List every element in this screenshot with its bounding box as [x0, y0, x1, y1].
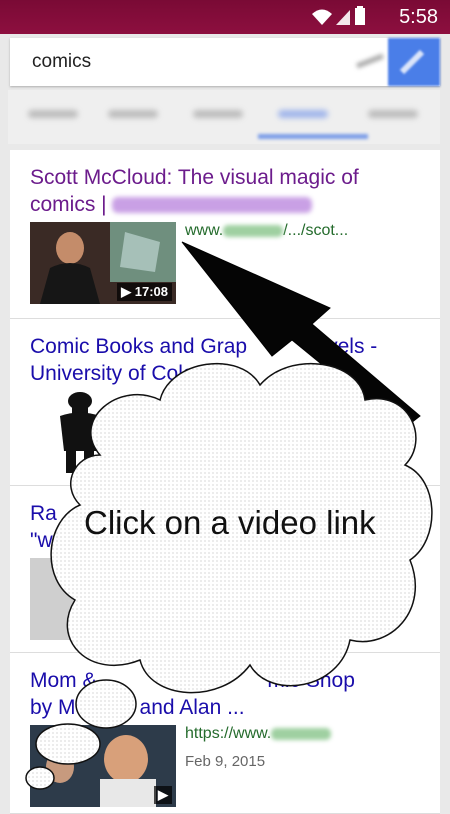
blurred-site-name [112, 197, 313, 214]
status-bar: 5:58 [0, 0, 450, 34]
result-thumbnail[interactable] [50, 391, 110, 476]
play-icon: ▶ [121, 284, 132, 299]
play-icon: ▶ [154, 786, 172, 804]
tab-5[interactable] [368, 110, 418, 118]
video-duration: ▶ 17:08 [117, 283, 172, 301]
status-icons [312, 6, 365, 25]
battery-icon [355, 6, 365, 25]
tab-2[interactable] [108, 110, 158, 118]
result-url: https://www. [185, 725, 332, 743]
tab-1[interactable] [28, 110, 78, 118]
result-title[interactable]: Scott McCloud: The visual magic of comic… [30, 164, 425, 218]
tab-3[interactable] [193, 110, 243, 118]
blurred-domain [271, 727, 332, 740]
status-time: 5:58 [399, 6, 438, 28]
mic-icon[interactable] [355, 52, 385, 70]
result-card: Mom & mic Shop by Mand Alan ... ▶ https:… [10, 653, 440, 814]
tab-active[interactable] [278, 110, 328, 118]
search-tabs [8, 90, 440, 144]
result-date: Feb 9, 2015 [185, 753, 266, 770]
result-title[interactable]: Mom & mic Shop by Mand Alan ... [30, 667, 425, 721]
callout-text: Click on a video link [84, 504, 376, 541]
result-card: Comic Books and Grap vels - University of… [10, 319, 440, 486]
search-query[interactable]: comics [32, 51, 91, 73]
search-box[interactable]: comics [10, 38, 440, 86]
result-url: www./.../scot... [185, 222, 349, 239]
video-thumbnail[interactable]: ▶ [30, 725, 176, 807]
wifi-icon [312, 9, 332, 25]
result-title[interactable]: Comic Books and Grap vels - University of… [30, 333, 425, 387]
video-thumbnail[interactable]: ▶ 17:08 [30, 222, 176, 304]
search-button[interactable] [388, 38, 440, 86]
result-thumbnail[interactable] [30, 558, 176, 640]
signal-icon [336, 10, 350, 25]
result-card: Scott McCloud: The visual magic of comic… [10, 150, 440, 319]
blurred-domain [223, 224, 284, 237]
search-icon [399, 49, 425, 75]
active-tab-indicator [258, 134, 368, 139]
